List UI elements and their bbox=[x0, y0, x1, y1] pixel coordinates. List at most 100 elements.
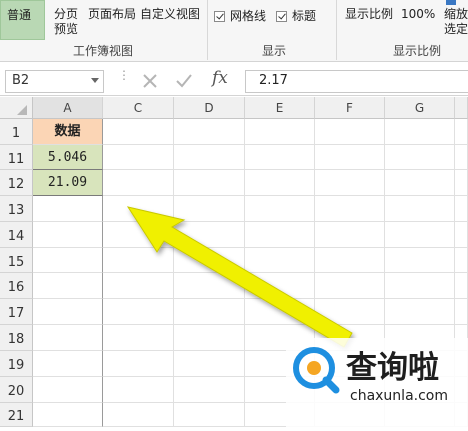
cell-a[interactable] bbox=[33, 403, 103, 427]
cell[interactable] bbox=[103, 222, 174, 248]
cell-a[interactable]: 21.09 bbox=[33, 170, 103, 196]
page-layout-button[interactable]: 页面布局 bbox=[84, 0, 136, 40]
cell[interactable] bbox=[455, 273, 468, 299]
row-header[interactable]: 16 bbox=[0, 273, 33, 299]
cell-a[interactable]: 数据 bbox=[33, 119, 103, 145]
cell[interactable] bbox=[455, 170, 468, 196]
cell[interactable] bbox=[174, 377, 245, 403]
cell[interactable] bbox=[245, 248, 315, 273]
enter-check-icon[interactable] bbox=[174, 71, 194, 91]
cell[interactable] bbox=[174, 145, 245, 170]
cell[interactable] bbox=[245, 170, 315, 196]
cell[interactable] bbox=[103, 145, 174, 170]
cell[interactable] bbox=[385, 145, 455, 170]
cell[interactable] bbox=[174, 248, 245, 273]
cell[interactable] bbox=[455, 299, 468, 325]
row-header[interactable]: 11 bbox=[0, 145, 33, 170]
cell-a[interactable] bbox=[33, 377, 103, 403]
row-header[interactable]: 20 bbox=[0, 377, 33, 403]
custom-view-button[interactable]: 自定义视图 bbox=[138, 0, 202, 40]
cell[interactable] bbox=[315, 145, 385, 170]
row-header[interactable]: 21 bbox=[0, 403, 33, 427]
column-header-d[interactable]: D bbox=[174, 97, 245, 119]
row-header[interactable]: 19 bbox=[0, 351, 33, 377]
row-header[interactable]: 12 bbox=[0, 170, 33, 196]
cell[interactable] bbox=[245, 299, 315, 325]
cell[interactable] bbox=[315, 119, 385, 145]
cell[interactable] bbox=[103, 196, 174, 222]
cell[interactable] bbox=[103, 273, 174, 299]
cell[interactable] bbox=[455, 248, 468, 273]
cell[interactable] bbox=[103, 403, 174, 427]
cell[interactable] bbox=[174, 325, 245, 351]
cell[interactable] bbox=[174, 351, 245, 377]
cell-a[interactable] bbox=[33, 248, 103, 273]
cell[interactable] bbox=[245, 273, 315, 299]
cell[interactable] bbox=[315, 299, 385, 325]
row-header[interactable]: 1 bbox=[0, 119, 33, 145]
cell[interactable] bbox=[103, 299, 174, 325]
cell[interactable] bbox=[245, 222, 315, 248]
cell[interactable] bbox=[385, 119, 455, 145]
cell[interactable] bbox=[174, 170, 245, 196]
cell[interactable] bbox=[455, 222, 468, 248]
formula-input[interactable]: 2.17 bbox=[245, 70, 468, 93]
headings-checkbox[interactable]: 标题 bbox=[274, 8, 324, 24]
cell[interactable] bbox=[103, 248, 174, 273]
column-header-g[interactable]: G bbox=[385, 97, 455, 119]
cell-a[interactable] bbox=[33, 351, 103, 377]
select-all-corner[interactable] bbox=[0, 97, 33, 119]
cell[interactable] bbox=[103, 170, 174, 196]
column-header-a[interactable]: A bbox=[33, 97, 103, 119]
cell[interactable] bbox=[315, 222, 385, 248]
cell[interactable] bbox=[174, 222, 245, 248]
cell-a[interactable] bbox=[33, 196, 103, 222]
row-header[interactable]: 14 bbox=[0, 222, 33, 248]
chevron-down-icon[interactable] bbox=[91, 78, 99, 83]
cell[interactable] bbox=[315, 273, 385, 299]
cell[interactable] bbox=[455, 145, 468, 170]
zoom-to-selection-button[interactable]: 缩放 选定 bbox=[440, 0, 468, 40]
cell-a[interactable] bbox=[33, 273, 103, 299]
cell[interactable] bbox=[174, 119, 245, 145]
cell[interactable] bbox=[245, 196, 315, 222]
cell-a[interactable] bbox=[33, 299, 103, 325]
page-break-preview-button[interactable]: 分页 预览 bbox=[48, 0, 82, 40]
cell[interactable] bbox=[174, 403, 245, 427]
cell[interactable] bbox=[174, 196, 245, 222]
row-header[interactable]: 13 bbox=[0, 196, 33, 222]
cell[interactable] bbox=[103, 325, 174, 351]
name-box[interactable]: B2 bbox=[5, 70, 104, 93]
cell-a[interactable] bbox=[33, 222, 103, 248]
cell[interactable] bbox=[315, 170, 385, 196]
column-header-e[interactable]: E bbox=[245, 97, 315, 119]
cell[interactable] bbox=[315, 196, 385, 222]
insert-function-button[interactable]: fx bbox=[212, 68, 228, 88]
cell[interactable] bbox=[103, 119, 174, 145]
row-header[interactable]: 17 bbox=[0, 299, 33, 325]
zoom-button[interactable]: 显示比例 bbox=[343, 0, 395, 40]
cell[interactable] bbox=[385, 196, 455, 222]
cell[interactable] bbox=[315, 248, 385, 273]
cell[interactable] bbox=[245, 145, 315, 170]
cell[interactable] bbox=[385, 299, 455, 325]
cell[interactable] bbox=[245, 119, 315, 145]
cell[interactable] bbox=[103, 351, 174, 377]
cell[interactable] bbox=[174, 299, 245, 325]
column-header-c[interactable]: C bbox=[103, 97, 174, 119]
cell[interactable] bbox=[385, 248, 455, 273]
row-header[interactable]: 15 bbox=[0, 248, 33, 273]
cell[interactable] bbox=[455, 196, 468, 222]
drag-handle-icon[interactable]: ⋮ bbox=[118, 69, 130, 81]
cell[interactable] bbox=[385, 222, 455, 248]
zoom-100-button[interactable]: 100% bbox=[399, 0, 437, 40]
cell-a[interactable] bbox=[33, 325, 103, 351]
row-header[interactable]: 18 bbox=[0, 325, 33, 351]
cell[interactable] bbox=[455, 119, 468, 145]
cell-a[interactable]: 5.046 bbox=[33, 145, 103, 170]
cancel-icon[interactable] bbox=[140, 71, 160, 91]
cell[interactable] bbox=[385, 273, 455, 299]
cell[interactable] bbox=[103, 377, 174, 403]
cell[interactable] bbox=[385, 170, 455, 196]
cell[interactable] bbox=[174, 273, 245, 299]
